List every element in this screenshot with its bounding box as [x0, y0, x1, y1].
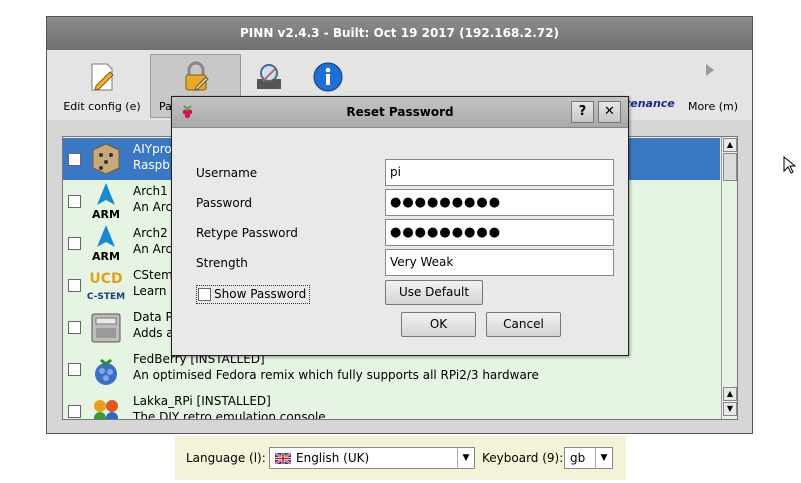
keyboard-value: gb [570, 451, 586, 465]
os-description: The DIY retro emulation console [133, 410, 326, 420]
install-checkbox[interactable] [68, 405, 81, 418]
more-button[interactable]: More (m) [675, 55, 751, 115]
install-checkbox[interactable] [68, 321, 81, 334]
username-label: Username [196, 166, 258, 180]
ucd-text: UCD [89, 271, 122, 287]
install-checkbox[interactable] [68, 195, 81, 208]
os-description: An Arc [133, 200, 173, 214]
arm-logo-icon: ARM [92, 225, 120, 262]
data-partition-icon [91, 313, 121, 343]
ucd-cstem-icon: UCD C-STEM [87, 271, 125, 302]
reset-password-dialog: Reset Password ? ✕ Username pi Password … [171, 96, 629, 356]
chevron-right-icon [706, 64, 714, 76]
arm-text: ARM [92, 250, 120, 262]
language-value: English (UK) [296, 451, 370, 465]
fedberry-icon [95, 358, 117, 385]
os-title: AIYpro [133, 142, 172, 156]
info-icon [313, 62, 343, 92]
network-settings-icon [257, 64, 281, 89]
aiy-cube-icon [92, 143, 120, 175]
cstem-text: C-STEM [87, 292, 125, 302]
install-checkbox[interactable] [68, 363, 81, 376]
chevron-down-icon: ▼ [457, 448, 474, 468]
edit-config-button[interactable]: Edit config (e) [57, 55, 147, 115]
arm-logo-icon: ARM [92, 183, 120, 220]
os-description: Learn [133, 284, 167, 298]
show-password-checkbox[interactable]: Show Password [196, 285, 310, 304]
lock-edit-icon [185, 61, 209, 91]
install-checkbox[interactable] [68, 279, 81, 292]
use-default-button[interactable]: Use Default [385, 280, 483, 305]
checkbox-box[interactable] [198, 288, 211, 301]
os-description: Adds a [133, 326, 174, 340]
dialog-title: Reset Password [346, 105, 454, 119]
install-checkbox[interactable] [68, 237, 81, 250]
scroll-up-icon[interactable]: ▲ [723, 387, 737, 401]
mouse-cursor-icon [783, 156, 797, 174]
edit-document-icon [91, 63, 114, 91]
strength-field: Very Weak [385, 249, 614, 276]
retype-password-field[interactable]: ●●●●●●●●● [385, 219, 614, 246]
lakka-flower-icon [94, 400, 118, 419]
os-title: Arch1 [133, 184, 168, 198]
strength-label: Strength [196, 256, 248, 270]
help-button[interactable]: ? [571, 101, 594, 123]
more-label: More (m) [687, 100, 739, 113]
keyboard-select[interactable]: gb ▼ [564, 447, 613, 469]
arm-text: ARM [92, 208, 120, 220]
password-field[interactable]: ●●●●●●●●● [385, 189, 614, 216]
list-scrollbar[interactable]: ▲ ▲ ▼ [721, 137, 737, 419]
os-title: Lakka_RPi [INSTALLED] [133, 394, 271, 408]
chevron-down-icon: ▼ [595, 448, 612, 468]
scroll-down-icon[interactable]: ▼ [723, 402, 737, 416]
raspberry-icon [182, 105, 193, 119]
retype-password-label: Retype Password [196, 226, 298, 240]
install-checkbox[interactable] [68, 153, 81, 166]
edit-config-label: Edit config (e) [63, 100, 141, 113]
os-title: CStem [133, 268, 173, 282]
keyboard-label: Keyboard (9): [482, 451, 564, 465]
scroll-thumb[interactable] [723, 153, 737, 181]
os-title: Data P [133, 310, 173, 324]
show-password-label: Show Password [214, 287, 307, 301]
list-item[interactable]: Lakka_RPi [INSTALLED] The DIY retro emul… [63, 390, 720, 420]
username-field[interactable]: pi [385, 159, 614, 186]
dialog-title-bar: Reset Password ? ✕ [172, 97, 628, 128]
os-title: Arch2 [133, 226, 168, 240]
close-button[interactable]: ✕ [598, 101, 621, 123]
os-description: Raspbi [133, 158, 174, 172]
password-label: Password [196, 196, 253, 210]
os-description: An optimised Fedora remix which fully su… [133, 368, 539, 382]
language-select[interactable]: English (UK) ▼ [269, 447, 475, 469]
os-description: An Arc [133, 242, 173, 256]
locale-bar: Language (l): English (UK) ▼ Keyboard (9… [175, 436, 626, 480]
window-title: PINN v2.4.3 - Built: Oct 19 2017 (192.16… [47, 17, 752, 50]
language-label: Language (l): [186, 451, 266, 465]
ok-button[interactable]: OK [401, 312, 476, 337]
uk-flag-icon [275, 453, 291, 464]
scroll-up-icon[interactable]: ▲ [723, 138, 737, 152]
cancel-button[interactable]: Cancel [486, 312, 561, 337]
